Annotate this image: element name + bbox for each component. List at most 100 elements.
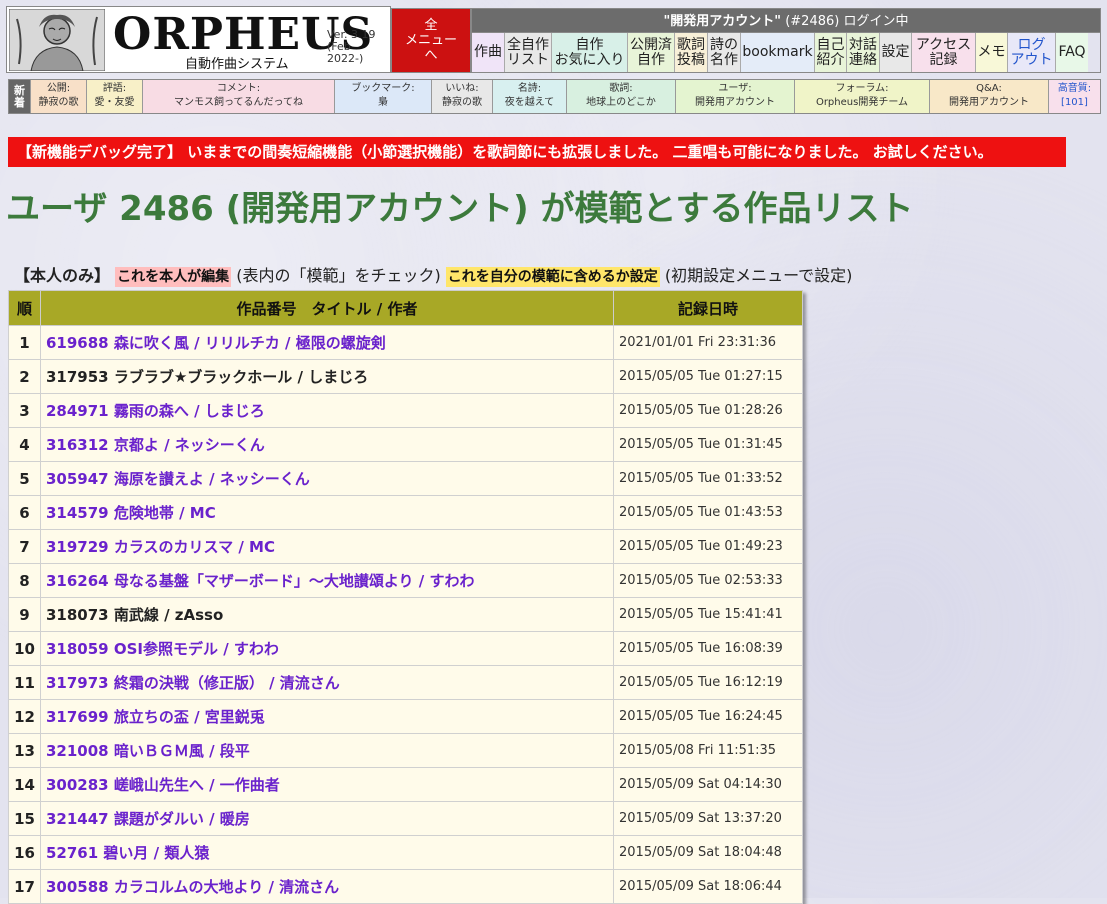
row-title-cell: 317953 ラブラブ★ブラックホール / しまじろ [40,359,614,394]
news-bar: 新着 公開: 静寂の歌 評語: 愛・友愛 コメント: マンモス飼ってるんだってね ブックマー… [8,79,1101,114]
work-link[interactable]: 52761 碧い月 / 類人猿 [46,844,209,862]
menu-item[interactable]: bookmark [740,33,814,72]
orpheus-portrait-icon [9,9,105,71]
news-item[interactable]: 歌詞: 地球上のどこか [566,80,675,113]
menu-item[interactable]: 詩の 名作 [707,33,740,72]
column-header-date: 記録日時 [613,290,803,326]
logo-subtitle: 自動作曲システム [185,57,289,72]
work-link[interactable]: 619688 森に吹く風 / リリルチカ / 極限の螺旋剣 [46,334,386,352]
row-date: 2015/05/09 Sat 18:06:44 [613,869,803,904]
edit-model-list-button[interactable]: これを本人が編集 [115,267,232,287]
menu-item[interactable]: 設定 [879,33,911,72]
news-item-value[interactable]: 地球上のどこか [567,96,675,110]
work-link[interactable]: 284971 霧雨の森へ / しまじろ [46,402,265,420]
menu-item-label-line2: 名作 [710,51,738,68]
work-link[interactable]: 316312 京都よ / ネッシーくん [46,436,265,454]
work-link[interactable]: 318073 南武線 / zAsso [46,606,223,624]
row-date: 2015/05/08 Fri 11:51:35 [613,733,803,768]
row-title-cell: 317973 終霜の決戦（修正版） / 清流さん [40,665,614,700]
row-order: 6 [8,495,41,530]
work-link[interactable]: 321447 課題がダルい / 暖房 [46,810,250,828]
row-order: 1 [8,325,41,360]
news-item[interactable]: 高音質: [101] [1048,80,1100,113]
row-order: 7 [8,529,41,564]
work-link[interactable]: 317699 旅立ちの盃 / 宮里鋭兎 [46,708,265,726]
news-item-category: 名詩: [517,83,542,94]
news-item-category: いいね: [445,83,479,94]
login-status: "開発用アカウント" (#2486) ログイン中 [471,8,1101,33]
news-item[interactable]: 評語: 愛・友愛 [86,80,142,113]
table-row: 15 321447 課題がダルい / 暖房 2015/05/09 Sat 13:37… [8,801,803,836]
work-link[interactable]: 318059 OSI参照モデル / すわわ [46,640,279,658]
news-item[interactable]: 名詩: 夜を越えて [492,80,566,113]
work-link[interactable]: 314579 危険地帯 / MC [46,504,216,522]
row-date: 2015/05/05 Tue 02:53:33 [613,563,803,598]
menu-item-label-line1: ログ [1017,36,1046,53]
work-link[interactable]: 300283 嵯峨山先生へ / 一作曲者 [46,776,280,794]
work-link[interactable]: 317973 終霜の決戦（修正版） / 清流さん [46,674,340,692]
news-item-value[interactable]: 開発用アカウント [676,96,794,110]
all-menu-line3: へ [424,48,438,63]
table-row: 12 317699 旅立ちの盃 / 宮里鋭兎 2015/05/05 Tue 16:2… [8,699,803,734]
news-item[interactable]: 公開: 静寂の歌 [30,80,86,113]
news-item[interactable]: いいね: 静寂の歌 [431,80,492,113]
version-label: Ver. 3.19 (Feb 2022-) [327,29,390,65]
news-item-category: フォーラム: [835,83,889,94]
table-row: 6 314579 危険地帯 / MC 2015/05/05 Tue 01:43:53 [8,495,803,530]
table-body: 1 619688 森に吹く風 / リリルチカ / 極限の螺旋剣 2021/01/01… [8,325,803,904]
work-link[interactable]: 305947 海原を讃えよ / ネッシーくん [46,470,310,488]
row-date: 2015/05/05 Tue 01:27:15 [613,359,803,394]
news-item-value[interactable]: 夜を越えて [493,96,566,110]
menu-item[interactable]: アクセス 記録 [911,33,975,72]
row-date: 2015/05/05 Tue 01:33:52 [613,461,803,496]
menu-item[interactable]: メモ [975,33,1007,72]
row-date: 2015/05/05 Tue 16:24:45 [613,699,803,734]
work-link[interactable]: 316264 母なる基盤「マザーボード」～大地讃頌より / すわわ [46,572,474,590]
login-name: "開発用アカウント" [663,14,782,29]
news-item-category: Q&A: [976,83,1002,94]
news-item-value[interactable]: マンモス飼ってるんだってね [143,96,334,110]
news-item[interactable]: コメント: マンモス飼ってるんだってね [142,80,334,113]
menu-item-label-line1: メモ [977,44,1006,60]
row-date: 2015/05/05 Tue 15:41:41 [613,597,803,632]
menu-item[interactable]: 自己 紹介 [814,33,846,72]
menu-item[interactable]: ログ アウト [1007,33,1055,72]
news-item-value[interactable]: [101] [1049,96,1100,110]
menu-item[interactable]: 歌詞 投稿 [674,33,707,72]
news-item[interactable]: Q&A: 開発用アカウント [929,80,1048,113]
row-title-cell: 300283 嵯峨山先生へ / 一作曲者 [40,767,614,802]
logo[interactable]: ORPHEUS 自動作曲システム Ver. 3.19 (Feb 2022-) [6,6,391,73]
news-item-value[interactable]: 静寂の歌 [31,96,86,110]
table-row: 3 284971 霧雨の森へ / しまじろ 2015/05/05 Tue 01:28… [8,393,803,428]
row-order: 10 [8,631,41,666]
menu-item[interactable]: 作曲 [472,33,504,72]
own-only-label: 【本人のみ】 [14,266,111,285]
menu-item[interactable]: 対話 連絡 [846,33,879,72]
menu-item[interactable]: FAQ [1055,33,1088,72]
table-row: 10 318059 OSI参照モデル / すわわ 2015/05/05 Tue 16… [8,631,803,666]
news-item-value[interactable]: 愛・友愛 [87,96,142,110]
work-link[interactable]: 317953 ラブラブ★ブラックホール / しまじろ [46,368,368,386]
news-item[interactable]: ユーザ: 開発用アカウント [675,80,794,113]
include-model-setting-button[interactable]: これを自分の模範に含めるか設定 [445,267,660,287]
news-item-value[interactable]: 開発用アカウント [930,96,1048,110]
row-order: 3 [8,393,41,428]
news-item[interactable]: ブックマーク: 梟 [334,80,431,113]
row-title-cell: 316264 母なる基盤「マザーボード」～大地讃頌より / すわわ [40,563,614,598]
menu-item-label-line1: 詩の [710,36,738,53]
work-link[interactable]: 300588 カラコルムの大地より / 清流さん [46,878,339,896]
menu-item[interactable]: 公開済 自作 [627,33,674,72]
work-link[interactable]: 319729 カラスのカリスマ / MC [46,538,275,556]
table-row: 2 317953 ラブラブ★ブラックホール / しまじろ 2015/05/05 Tu… [8,359,803,394]
news-item-value[interactable]: 梟 [335,96,431,110]
menu-item[interactable]: 自作 お気に入り [551,33,627,72]
table-row: 5 305947 海原を讃えよ / ネッシーくん 2015/05/05 Tue 01… [8,461,803,496]
work-link[interactable]: 321008 暗いＢＧＭ風 / 段平 [46,742,250,760]
menu-item-label: 詩の 名作 [710,36,738,68]
all-menu-button[interactable]: 全 メニュー へ [391,8,471,73]
news-item-value[interactable]: 静寂の歌 [432,96,492,110]
row-order: 12 [8,699,41,734]
news-item-value[interactable]: Orpheus開発チーム [795,96,929,110]
news-item[interactable]: フォーラム: Orpheus開発チーム [794,80,929,113]
menu-item[interactable]: 全自作 リスト [504,33,551,72]
